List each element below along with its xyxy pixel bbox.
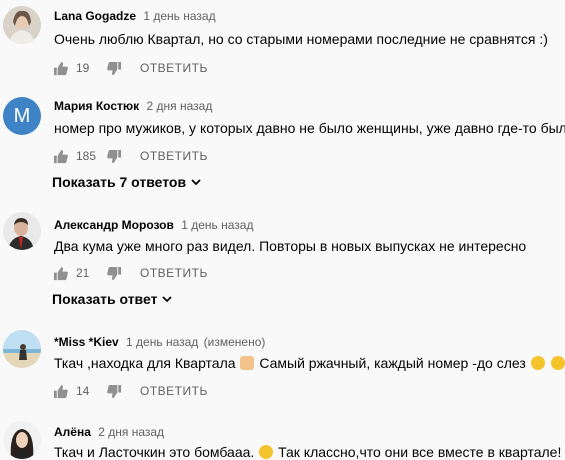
avatar[interactable]: [3, 330, 41, 368]
reply-button[interactable]: ОТВЕТИТЬ: [140, 149, 208, 163]
like-count: 21: [76, 266, 90, 280]
like-count: 14: [76, 384, 90, 398]
grinning-emoji-icon: [550, 356, 565, 370]
thumbs-down-icon[interactable]: [106, 383, 122, 399]
thumbs-down-icon[interactable]: [106, 265, 122, 281]
comment-text-part: Ткач и Ласточкин это бомбааа.: [54, 444, 255, 460]
show-replies-button[interactable]: Показать 7 ответов: [52, 174, 202, 190]
comment-text: номер про мужиков, у которых давно не бы…: [54, 120, 565, 136]
thumbs-up-icon[interactable]: [52, 148, 68, 164]
comment-author[interactable]: Алёна: [54, 425, 91, 439]
comment-actions: 19 ОТВЕТИТЬ: [52, 58, 208, 78]
comment-actions: 14 ОТВЕТИТЬ: [52, 381, 208, 401]
edited-label: (изменено): [203, 335, 266, 349]
thumbs-down-icon[interactable]: [106, 148, 122, 164]
chevron-down-icon: [161, 293, 173, 305]
avatar[interactable]: [3, 212, 41, 250]
comment-time[interactable]: 1 день назад: [126, 335, 198, 349]
comment-text-part: Ткач ,находка для Квартала: [54, 355, 236, 371]
comment-time[interactable]: 1 день назад: [143, 9, 215, 23]
grinning-emoji-icon: [259, 445, 274, 459]
thumbs-up-icon[interactable]: [52, 383, 68, 399]
show-replies-label: Показать 7 ответов: [52, 174, 187, 190]
comment-text-part: Так классно,что они все вместе в квартал…: [278, 444, 562, 460]
show-replies-label: Показать ответ: [52, 291, 158, 307]
show-replies-button[interactable]: Показать ответ: [52, 291, 173, 307]
like-count: 19: [76, 61, 90, 75]
thumbs-up-emoji-icon: [240, 356, 255, 370]
chevron-down-icon: [190, 176, 202, 188]
reply-button[interactable]: ОТВЕТИТЬ: [140, 61, 208, 75]
comment-actions: 185 ОТВЕТИТЬ: [52, 146, 208, 166]
avatar[interactable]: [3, 421, 41, 459]
thumbs-up-icon[interactable]: [52, 60, 68, 76]
laughing-emoji-icon: [530, 356, 545, 370]
like-count: 185: [76, 149, 97, 163]
avatar[interactable]: [3, 6, 41, 44]
reply-button[interactable]: ОТВЕТИТЬ: [140, 384, 208, 398]
comment-text: Ткач ,находка для Квартала Самый ржачный…: [54, 355, 565, 371]
comment-actions: 21 ОТВЕТИТЬ: [52, 263, 208, 283]
comment-time[interactable]: 2 дня назад: [98, 425, 164, 439]
comment-text: Два кума уже много раз видел. Повторы в …: [54, 238, 527, 254]
comment-author[interactable]: Lana Gogadze: [54, 9, 136, 23]
thumbs-up-icon[interactable]: [52, 265, 68, 281]
comment-text-part: Самый ржачный, каждый номер -до слез: [259, 355, 526, 371]
thumbs-down-icon[interactable]: [106, 60, 122, 76]
avatar[interactable]: M: [3, 97, 41, 135]
comment-author[interactable]: Мария Костюк: [54, 99, 139, 113]
comment-text: Ткач и Ласточкин это бомбааа. Так классн…: [54, 444, 561, 460]
comment-time[interactable]: 1 день назад: [181, 218, 253, 232]
comment-text: Очень люблю Квартал, но со старыми номер…: [54, 31, 548, 47]
reply-button[interactable]: ОТВЕТИТЬ: [140, 266, 208, 280]
comment-author[interactable]: Александр Морозов: [54, 218, 174, 232]
comment-time[interactable]: 2 дня назад: [147, 99, 213, 113]
comment-author[interactable]: *Miss *Kiev: [54, 335, 119, 349]
